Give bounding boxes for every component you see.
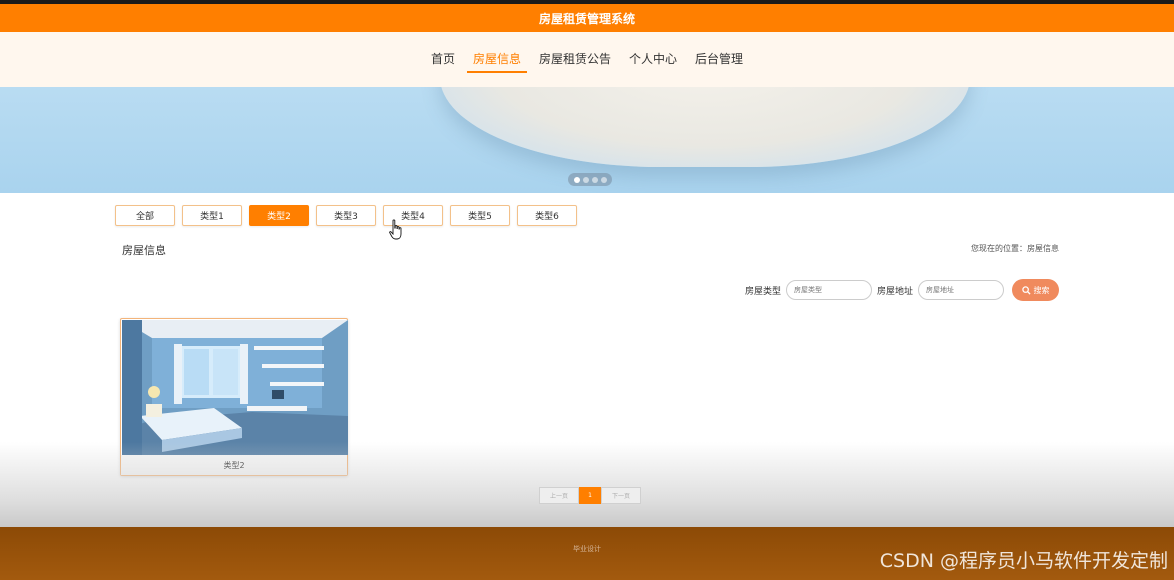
listing-thumbnail <box>122 320 348 455</box>
search-bar: 房屋类型 房屋地址 搜索 <box>745 279 1059 301</box>
breadcrumb: 您现在的位置：房屋信息 <box>971 244 1059 253</box>
nav-item-house-info[interactable]: 房屋信息 <box>466 46 527 73</box>
app-title: 房屋租赁管理系统 <box>538 11 635 26</box>
house-type-label: 房屋类型 <box>744 286 781 297</box>
carousel-dot[interactable] <box>600 176 607 183</box>
page-number-button[interactable]: 1 <box>579 487 601 504</box>
carousel-indicators <box>568 173 612 186</box>
listing-card[interactable]: 类型2 <box>120 318 348 476</box>
house-address-label: 房屋地址 <box>876 286 913 297</box>
footer: 毕业设计 CSDN @程序员小马软件开发定制 <box>0 527 1174 580</box>
nav-item-rental-notices[interactable]: 房屋租赁公告 <box>533 46 617 73</box>
filter-tab-all[interactable]: 全部 <box>115 205 175 226</box>
listing-card-label: 类型2 <box>121 455 347 475</box>
filter-tab-type2[interactable]: 类型2 <box>249 205 309 226</box>
nav-item-admin[interactable]: 后台管理 <box>689 46 749 73</box>
main-nav: 首页 房屋信息 房屋租赁公告 个人中心 后台管理 <box>0 32 1174 87</box>
filter-tab-type3[interactable]: 类型3 <box>316 205 376 226</box>
csdn-watermark: CSDN @程序员小马软件开发定制 <box>879 550 1168 572</box>
next-page-button[interactable]: 下一页 <box>601 487 641 504</box>
search-button[interactable]: 搜索 <box>1012 279 1059 301</box>
category-filter-tabs: 全部 类型1 类型2 类型3 类型4 类型5 类型6 <box>115 205 577 226</box>
carousel-dot[interactable] <box>582 176 589 183</box>
nav-item-home[interactable]: 首页 <box>425 46 461 73</box>
filter-tab-type5[interactable]: 类型5 <box>450 205 510 226</box>
section-title: 房屋信息 <box>122 244 166 257</box>
house-address-input[interactable] <box>918 280 1004 300</box>
banner-image <box>440 87 970 167</box>
search-button-label: 搜索 <box>1033 285 1050 295</box>
carousel-dot[interactable] <box>591 176 598 183</box>
hand-pointer-cursor-icon <box>389 219 402 240</box>
filter-tab-type1[interactable]: 类型1 <box>182 205 242 226</box>
filter-tab-type6[interactable]: 类型6 <box>517 205 577 226</box>
prev-page-button[interactable]: 上一页 <box>539 487 579 504</box>
search-icon <box>1021 285 1031 295</box>
carousel-dot[interactable] <box>573 176 580 183</box>
app-title-bar: 房屋租赁管理系统 <box>0 4 1174 32</box>
nav-item-personal-center[interactable]: 个人中心 <box>623 46 683 73</box>
pagination: 上一页 1 下一页 <box>539 487 641 504</box>
house-type-input[interactable] <box>785 280 872 300</box>
